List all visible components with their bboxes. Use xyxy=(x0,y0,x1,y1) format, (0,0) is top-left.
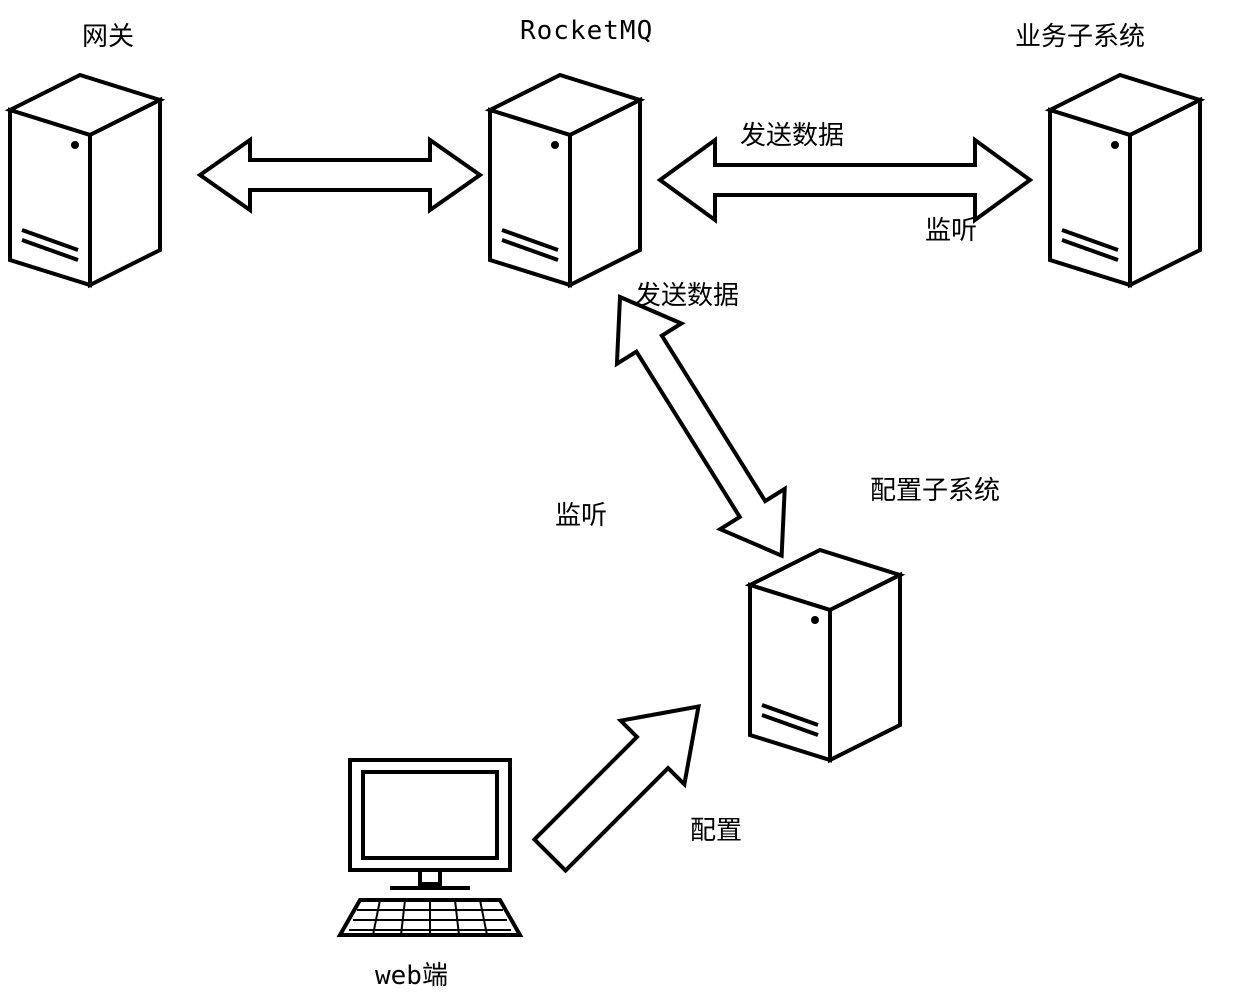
arrow-web-config xyxy=(518,675,730,887)
diagram-svg xyxy=(0,0,1240,994)
arrow-gateway-rocketmq xyxy=(200,140,480,210)
arrow-rocketmq-business xyxy=(660,140,1030,220)
server-icon-business xyxy=(1050,75,1200,285)
server-icon-config xyxy=(750,550,900,760)
server-icon-gateway xyxy=(10,75,160,285)
server-icon-rocketmq xyxy=(490,75,640,285)
computer-icon-web xyxy=(340,760,520,935)
arrow-rocketmq-config xyxy=(588,277,814,576)
